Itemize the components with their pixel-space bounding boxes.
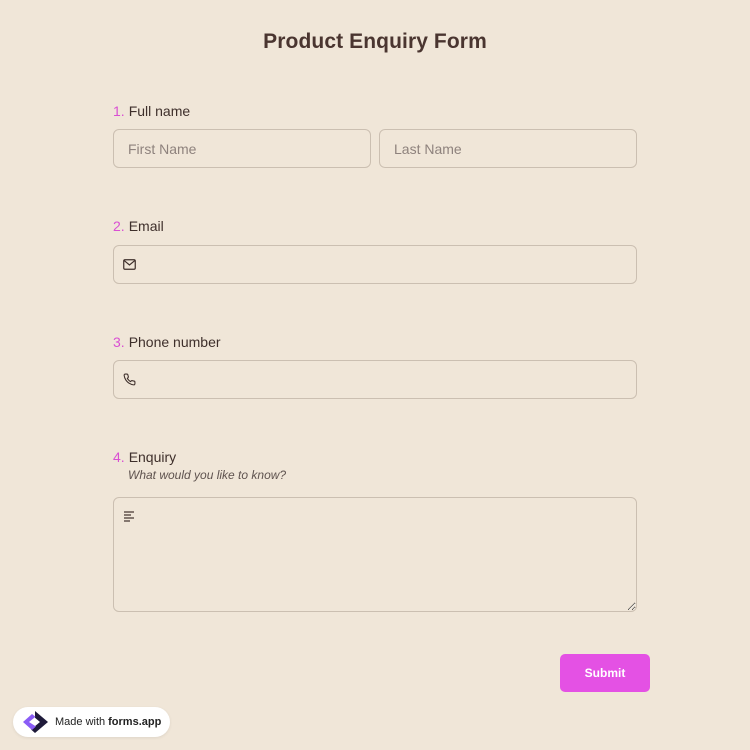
last-name-input[interactable] xyxy=(379,129,637,168)
phone-icon xyxy=(122,372,136,386)
phone-input[interactable] xyxy=(113,360,637,399)
question-number: 3. xyxy=(113,334,125,350)
question-phone-label: 3. Phone number xyxy=(113,333,221,351)
question-number: 1. xyxy=(113,103,125,119)
form-title: Product Enquiry Form xyxy=(263,30,487,53)
question-email-label: 2. Email xyxy=(113,217,164,235)
badge-brand: forms.app xyxy=(108,716,162,728)
question-enquiry-label: 4. Enquiry xyxy=(113,448,176,466)
text-lines-icon xyxy=(122,509,136,523)
question-label: Email xyxy=(128,218,164,234)
question-number: 4. xyxy=(113,449,125,465)
first-name-input[interactable] xyxy=(113,129,371,168)
question-number: 2. xyxy=(113,218,125,234)
enquiry-textarea[interactable] xyxy=(113,497,637,612)
question-label: Enquiry xyxy=(128,449,177,465)
question-label: Full name xyxy=(128,103,191,119)
question-label: Phone number xyxy=(128,334,221,350)
made-with-badge[interactable]: Made with forms.app xyxy=(13,707,170,737)
email-input[interactable] xyxy=(113,245,637,284)
badge-prefix: Made with xyxy=(55,716,106,728)
forms-app-logo-icon xyxy=(20,709,50,735)
mail-icon xyxy=(122,257,136,271)
submit-button[interactable]: Submit xyxy=(560,654,650,692)
question-description: What would you like to know? xyxy=(128,468,287,482)
question-full-name-label: 1. Full name xyxy=(113,102,190,120)
